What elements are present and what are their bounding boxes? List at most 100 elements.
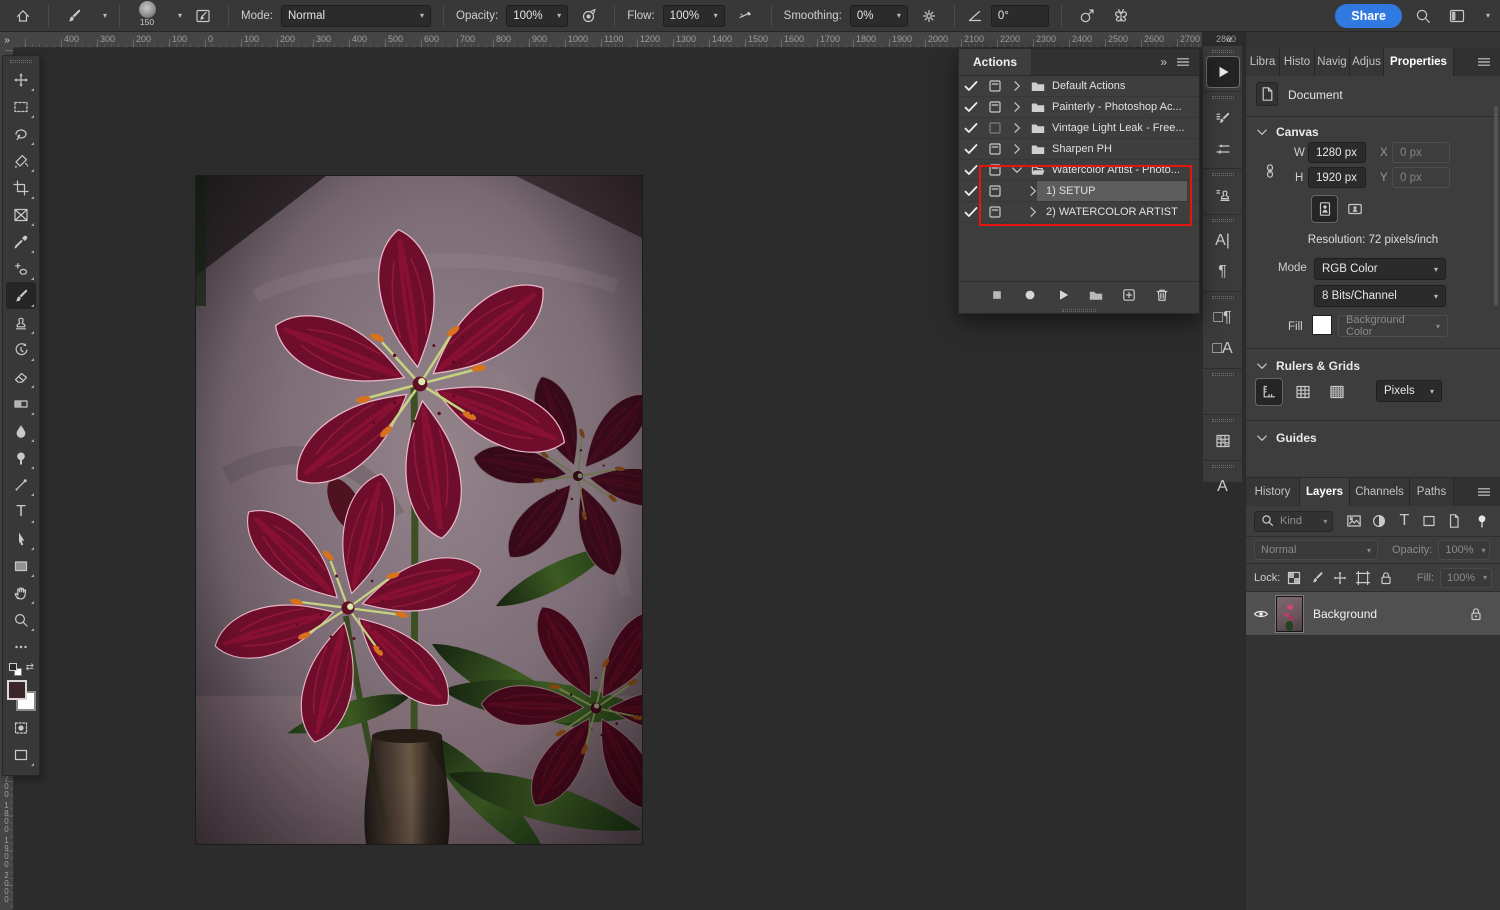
lock-all-button[interactable] [1378, 570, 1394, 586]
action-include-checkmark[interactable] [959, 78, 983, 94]
collapse-panel-icon[interactable]: » [1160, 55, 1167, 69]
filter-toggle-pin[interactable] [1471, 510, 1492, 532]
rectangle-tool[interactable] [6, 552, 36, 579]
color-mode-select[interactable]: RGB Color▾ [1314, 258, 1446, 280]
tab-channels[interactable]: Channels [1350, 478, 1410, 506]
chevron-right-icon[interactable] [1007, 120, 1027, 136]
dock-panel-clone-source[interactable] [1207, 180, 1239, 210]
pressure-opacity-button[interactable] [576, 3, 602, 29]
rectangular-marquee-tool[interactable] [6, 93, 36, 120]
dock-panel-actions[interactable] [1207, 57, 1239, 87]
swap-colors-icon[interactable]: ⇄ [26, 662, 34, 673]
lock-paint-button[interactable] [1309, 570, 1325, 586]
action-dialog-toggle[interactable] [983, 78, 1007, 94]
edit-toolbar-tool[interactable] [6, 633, 36, 660]
filter-type-button[interactable]: T [1393, 510, 1415, 532]
dock-drag-handle[interactable] [1212, 419, 1234, 422]
brush-tool[interactable] [6, 282, 36, 309]
document-image-lilies[interactable] [196, 176, 642, 844]
quick-mask-button[interactable] [6, 714, 36, 741]
smoothing-select[interactable]: 0%▾ [850, 5, 908, 27]
hand-tool[interactable] [6, 579, 36, 606]
dock-drag-handle[interactable] [1212, 219, 1234, 222]
panel-menu-icon[interactable] [1468, 48, 1500, 76]
record-button[interactable] [1022, 287, 1038, 303]
link-dimensions-icon[interactable] [1262, 152, 1278, 190]
dock-panel-character[interactable]: A| [1207, 226, 1239, 256]
action-row[interactable]: Default Actions [959, 76, 1199, 97]
dock-panel-brush-settings[interactable] [1207, 103, 1239, 133]
play-button[interactable] [1055, 287, 1071, 303]
action-include-checkmark[interactable] [959, 120, 983, 136]
tab-paths[interactable]: Paths [1410, 478, 1454, 506]
crop-tool[interactable] [6, 174, 36, 201]
brush-preset-picker[interactable]: 150 [132, 1, 162, 31]
new-set-button[interactable] [1088, 287, 1104, 303]
smoothing-options-button[interactable] [916, 3, 942, 29]
history-brush-tool[interactable] [6, 336, 36, 363]
filter-kind-select[interactable]: Kind▾ [1254, 511, 1333, 532]
toggle-rulers-button[interactable] [1256, 379, 1282, 405]
eyedropper-tool[interactable] [6, 228, 36, 255]
dock-panel-pattern-preview[interactable] [1207, 426, 1239, 456]
chevron-right-icon[interactable] [1007, 78, 1027, 94]
chevron-right-icon[interactable] [1023, 204, 1043, 220]
filter-adjustment-button[interactable] [1368, 510, 1390, 532]
dock-drag-handle[interactable] [1212, 50, 1234, 53]
foreground-color-swatch[interactable] [7, 680, 27, 700]
chevron-right-icon[interactable] [1007, 99, 1027, 115]
workspace-switcher-button[interactable] [1444, 3, 1470, 29]
default-swap-colors-control[interactable]: ⇄ [6, 660, 36, 678]
eraser-tool[interactable] [6, 363, 36, 390]
action-row[interactable]: Vintage Light Leak - Free... [959, 118, 1199, 139]
chevron-right-icon[interactable] [1007, 141, 1027, 157]
dock-panel-brushes[interactable] [1207, 134, 1239, 164]
dock-drag-handle[interactable] [1212, 296, 1234, 299]
path-selection-tool[interactable] [6, 525, 36, 552]
tab-layers[interactable]: Layers [1300, 478, 1350, 506]
bit-depth-select[interactable]: 8 Bits/Channel▾ [1314, 285, 1446, 307]
new-action-button[interactable] [1121, 287, 1137, 303]
chevron-down-icon[interactable]: ▾ [1486, 11, 1490, 20]
dock-drag-handle[interactable] [1212, 173, 1234, 176]
dock-drag-handle[interactable] [1212, 373, 1234, 376]
pressure-size-button[interactable] [1074, 3, 1100, 29]
opacity-select[interactable]: 100%▾ [506, 5, 568, 27]
guides-section-header[interactable]: Guides [1254, 430, 1317, 446]
toggle-brush-settings-button[interactable] [190, 3, 216, 29]
delete-button[interactable] [1154, 287, 1170, 303]
tab-libra[interactable]: Libra [1246, 48, 1280, 76]
stop-button[interactable] [989, 287, 1005, 303]
tab-properties[interactable]: Properties [1384, 48, 1454, 76]
rulers-grids-section-header[interactable]: Rulers & Grids [1254, 358, 1360, 374]
action-include-checkmark[interactable] [959, 204, 983, 220]
collapse-panels-chevron[interactable]: « [1218, 33, 1240, 46]
action-include-checkmark[interactable] [959, 183, 983, 199]
action-dialog-toggle[interactable] [983, 120, 1007, 136]
orientation-landscape-button[interactable] [1342, 196, 1367, 222]
dock-drag-handle[interactable] [1212, 96, 1234, 99]
action-label[interactable]: Vintage Light Leak - Free... [1049, 122, 1185, 134]
share-button[interactable]: Share [1335, 4, 1402, 28]
action-row[interactable]: Painterly - Photoshop Ac... [959, 97, 1199, 118]
chevron-down-icon[interactable]: ▾ [178, 11, 182, 20]
tab-actions[interactable]: Actions [959, 49, 1031, 75]
frame-tool[interactable] [6, 201, 36, 228]
screen-mode-button[interactable] [6, 741, 36, 768]
brush-angle-input[interactable]: 0° [991, 5, 1049, 27]
action-label[interactable]: Painterly - Photoshop Ac... [1049, 101, 1182, 113]
brush-tool-preset-button[interactable] [61, 3, 87, 29]
height-input[interactable]: 1920 px [1308, 167, 1366, 188]
action-row[interactable]: Sharpen PH [959, 139, 1199, 160]
move-tool[interactable] [6, 66, 36, 93]
action-row[interactable]: 1) SETUP [959, 181, 1199, 202]
action-label[interactable]: Sharpen PH [1049, 143, 1112, 155]
dock-panel-paragraph[interactable]: ¶ [1207, 257, 1239, 287]
scrollbar[interactable] [1494, 106, 1498, 306]
action-label[interactable]: 1) SETUP [1043, 185, 1096, 197]
action-row[interactable]: 2) WATERCOLOR ARTIST [959, 202, 1199, 223]
toolbar-drag-handle[interactable] [10, 60, 32, 63]
gradient-tool[interactable] [6, 390, 36, 417]
filter-smart-object-button[interactable] [1443, 510, 1465, 532]
ruler-corner-chevron[interactable]: » [0, 32, 14, 48]
